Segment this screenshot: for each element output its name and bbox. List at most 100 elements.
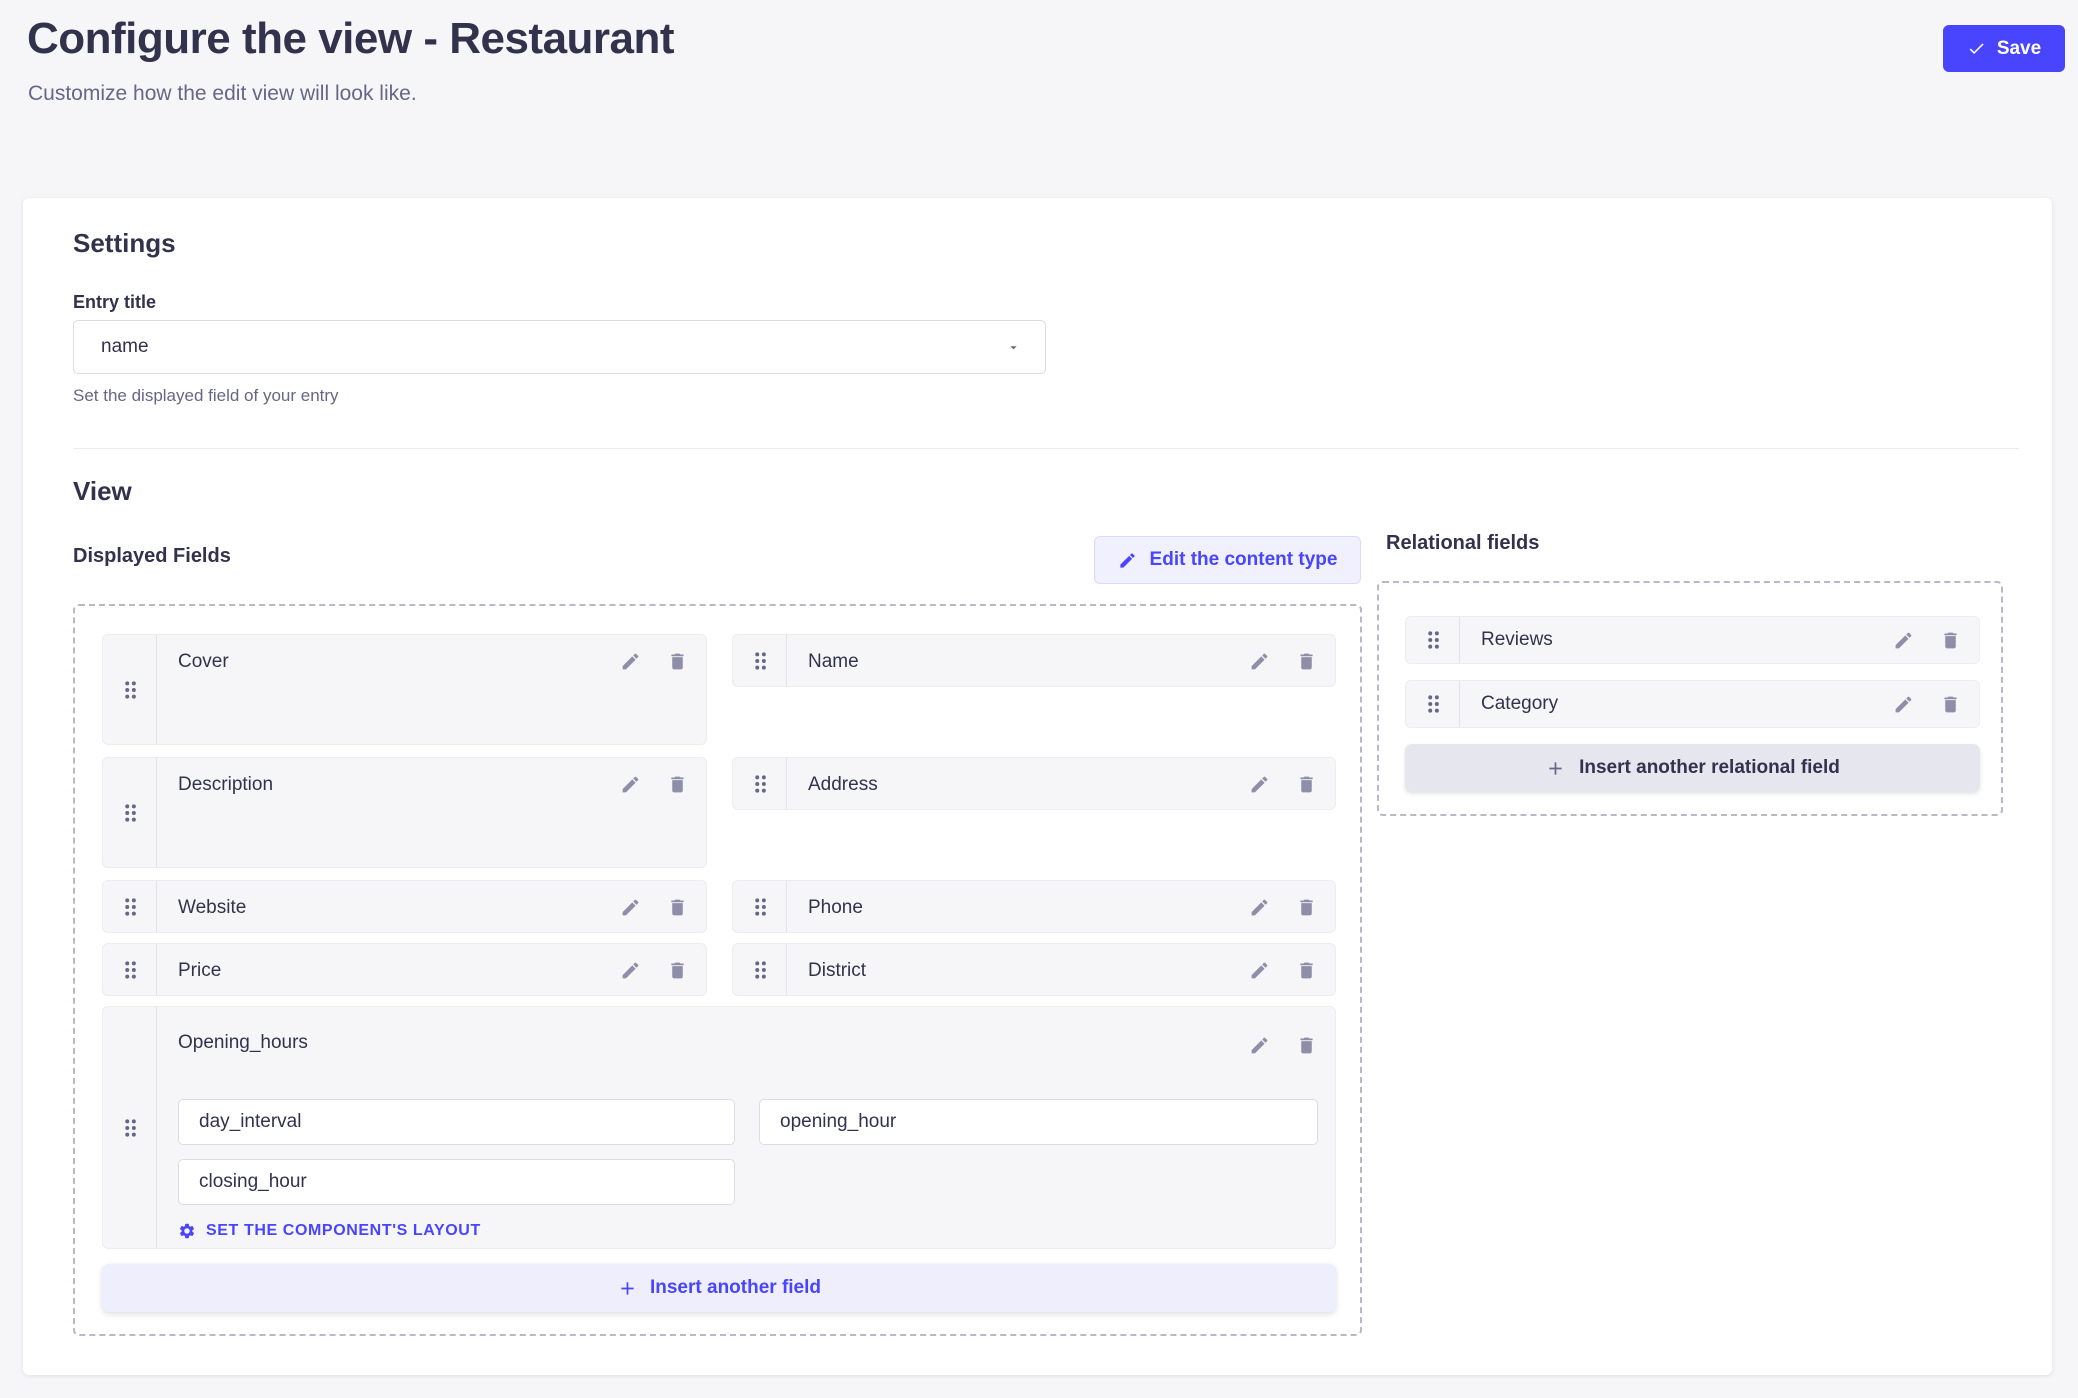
entry-title-select-value: name: [101, 336, 1006, 358]
delete-field-icon[interactable]: [1940, 630, 1961, 651]
drag-handle-icon: [122, 896, 138, 918]
field-label: Phone: [808, 881, 863, 934]
field-label: Address: [808, 758, 878, 811]
drag-handle[interactable]: [733, 635, 787, 686]
edit-field-icon[interactable]: [1249, 960, 1270, 981]
subfield-label: closing_hour: [199, 1171, 307, 1193]
edit-field-icon[interactable]: [620, 897, 641, 918]
delete-field-icon[interactable]: [1296, 897, 1317, 918]
edit-field-icon[interactable]: [1249, 897, 1270, 918]
plus-icon: [617, 1278, 638, 1299]
drag-handle[interactable]: [103, 1007, 157, 1248]
field-card-phone: Phone: [732, 880, 1336, 933]
gear-icon: [178, 1222, 196, 1240]
field-card-name: Name: [732, 634, 1336, 687]
edit-field-icon[interactable]: [1249, 1035, 1270, 1056]
edit-field-icon[interactable]: [620, 774, 641, 795]
drag-handle-icon: [122, 802, 138, 824]
drag-handle-icon: [752, 959, 768, 981]
delete-field-icon[interactable]: [667, 897, 688, 918]
drag-handle[interactable]: [1406, 617, 1460, 663]
delete-field-icon[interactable]: [1940, 694, 1961, 715]
drag-handle-icon: [752, 773, 768, 795]
field-label: Name: [808, 635, 859, 688]
edit-field-icon[interactable]: [620, 960, 641, 981]
drag-handle-icon: [752, 896, 768, 918]
set-component-layout-label: SET THE COMPONENT'S LAYOUT: [206, 1222, 481, 1240]
displayed-fields-container: Cover Name Description: [73, 604, 1362, 1336]
edit-field-icon[interactable]: [1893, 694, 1914, 715]
delete-field-icon[interactable]: [1296, 960, 1317, 981]
component-subfield-day-interval[interactable]: day_interval: [178, 1099, 735, 1145]
edit-content-type-label: Edit the content type: [1150, 549, 1338, 571]
configure-view-page: Configure the view - Restaurant Customiz…: [0, 0, 2078, 1398]
edit-field-icon[interactable]: [1249, 774, 1270, 795]
component-subfield-opening-hour[interactable]: opening_hour: [759, 1099, 1318, 1145]
entry-title-label: Entry title: [73, 292, 156, 313]
field-card-district: District: [732, 943, 1336, 996]
edit-content-type-button[interactable]: Edit the content type: [1094, 536, 1361, 584]
page-title: Configure the view - Restaurant: [27, 14, 674, 64]
edit-field-icon[interactable]: [620, 651, 641, 672]
drag-handle[interactable]: [103, 881, 157, 932]
component-card-opening-hours: Opening_hours day_interval opening_hour …: [102, 1006, 1336, 1249]
insert-another-field-label: Insert another field: [650, 1277, 821, 1299]
component-subfield-closing-hour[interactable]: closing_hour: [178, 1159, 735, 1205]
field-card-website: Website: [102, 880, 707, 933]
insert-another-relational-field-label: Insert another relational field: [1579, 757, 1840, 779]
delete-field-icon[interactable]: [667, 651, 688, 672]
drag-handle[interactable]: [103, 758, 157, 867]
entry-title-hint: Set the displayed field of your entry: [73, 386, 339, 406]
field-label: Cover: [178, 635, 229, 688]
relational-fields-heading: Relational fields: [1386, 532, 1539, 555]
delete-field-icon[interactable]: [1296, 1035, 1317, 1056]
view-heading: View: [73, 476, 132, 507]
relational-field-label: Reviews: [1481, 617, 1553, 663]
chevron-down-icon: [1006, 340, 1021, 355]
edit-field-icon[interactable]: [1249, 651, 1270, 672]
edit-field-icon[interactable]: [1893, 630, 1914, 651]
drag-handle-icon: [752, 650, 768, 672]
component-label: Opening_hours: [178, 1029, 308, 1057]
field-card-price: Price: [102, 943, 707, 996]
check-icon: [1967, 39, 1986, 58]
drag-handle-icon: [122, 679, 138, 701]
field-label: Price: [178, 944, 221, 997]
drag-handle-icon: [122, 959, 138, 981]
entry-title-select[interactable]: name: [73, 320, 1046, 374]
save-button[interactable]: Save: [1943, 25, 2065, 72]
relational-fields-container: Reviews Category Insert another relation…: [1377, 581, 2003, 816]
field-label: Description: [178, 758, 273, 811]
relational-card-category: Category: [1405, 680, 1980, 728]
drag-handle[interactable]: [733, 881, 787, 932]
relational-field-label: Category: [1481, 681, 1558, 727]
insert-another-relational-field-button[interactable]: Insert another relational field: [1405, 744, 1980, 792]
field-label: District: [808, 944, 866, 997]
delete-field-icon[interactable]: [667, 774, 688, 795]
relational-card-reviews: Reviews: [1405, 616, 1980, 664]
delete-field-icon[interactable]: [1296, 651, 1317, 672]
plus-icon: [1545, 758, 1566, 779]
drag-handle[interactable]: [1406, 681, 1460, 727]
drag-handle[interactable]: [103, 635, 157, 744]
set-component-layout-link[interactable]: SET THE COMPONENT'S LAYOUT: [178, 1219, 481, 1243]
field-card-address: Address: [732, 757, 1336, 810]
configuration-panel: Settings Entry title name Set the displa…: [23, 198, 2052, 1375]
drag-handle-icon: [1425, 693, 1441, 715]
section-divider: [73, 448, 2019, 449]
drag-handle[interactable]: [103, 944, 157, 995]
drag-handle-icon: [1425, 629, 1441, 651]
pencil-icon: [1118, 551, 1137, 570]
field-card-description: Description: [102, 757, 707, 868]
subfield-label: day_interval: [199, 1111, 301, 1133]
delete-field-icon[interactable]: [1296, 774, 1317, 795]
drag-handle[interactable]: [733, 944, 787, 995]
drag-handle[interactable]: [733, 758, 787, 809]
field-label: Website: [178, 881, 246, 934]
drag-handle-icon: [122, 1117, 138, 1139]
delete-field-icon[interactable]: [667, 960, 688, 981]
insert-another-field-button[interactable]: Insert another field: [102, 1264, 1336, 1312]
settings-heading: Settings: [73, 228, 176, 259]
page-subtitle: Customize how the edit view will look li…: [28, 82, 417, 106]
displayed-fields-label: Displayed Fields: [73, 545, 231, 568]
